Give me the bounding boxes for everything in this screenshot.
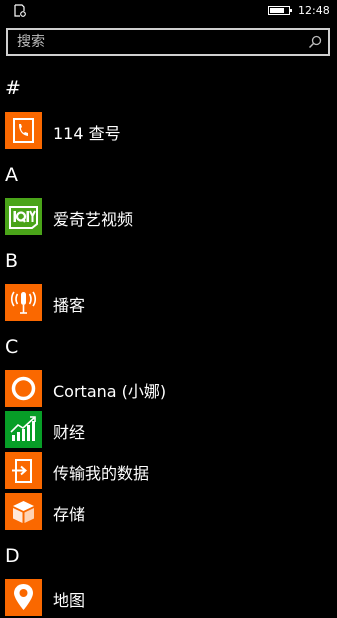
app-label: 存储 [53,505,86,524]
app-item-storage[interactable]: 存储 [0,492,337,532]
app-item-114[interactable]: 114 查号 [0,111,337,151]
app-label: 地图 [53,591,86,610]
app-tile [5,411,42,448]
app-tile [5,112,42,149]
section-header-d[interactable]: D [5,545,20,567]
app-item-finance[interactable]: 财经 [0,410,337,450]
iqiyi-icon [9,206,38,229]
app-label: 114 查号 [53,124,121,143]
app-label: Cortana (小娜) [53,382,167,401]
clock: 12:48 [298,4,330,17]
search-icon[interactable] [308,35,322,49]
app-tile [5,284,42,321]
podcast-microphone-icon [10,291,37,314]
app-tile [5,452,42,489]
app-label: 爱奇艺视频 [53,210,134,229]
section-header-b[interactable]: B [5,250,18,272]
section-header-hash[interactable]: # [5,77,21,99]
status-bar: 12:48 [0,0,337,22]
notification-icon [14,4,26,17]
cortana-ring-icon [11,376,36,401]
map-pin-icon [14,584,33,610]
app-label: 播客 [53,296,86,315]
app-item-cortana[interactable]: Cortana (小娜) [0,369,337,409]
section-header-a[interactable]: A [5,164,18,186]
app-tile [5,198,42,235]
app-tile [5,370,42,407]
battery-icon [268,6,292,15]
search-input[interactable] [8,30,307,54]
transfer-data-icon [12,459,32,483]
app-tile [5,579,42,616]
search-box[interactable] [6,28,330,56]
app-item-map[interactable]: 地图 [0,578,337,618]
finance-chart-icon [10,416,36,441]
storage-box-icon [13,501,34,523]
app-item-transfer-data[interactable]: 传输我的数据 [0,451,337,491]
app-label: 传输我的数据 [53,464,150,483]
section-header-c[interactable]: C [5,336,18,358]
app-tile [5,493,42,530]
phone-book-icon [13,118,34,143]
app-item-podcast[interactable]: 播客 [0,283,337,323]
app-label: 财经 [53,423,86,442]
app-item-iqiyi[interactable]: 爱奇艺视频 [0,197,337,237]
